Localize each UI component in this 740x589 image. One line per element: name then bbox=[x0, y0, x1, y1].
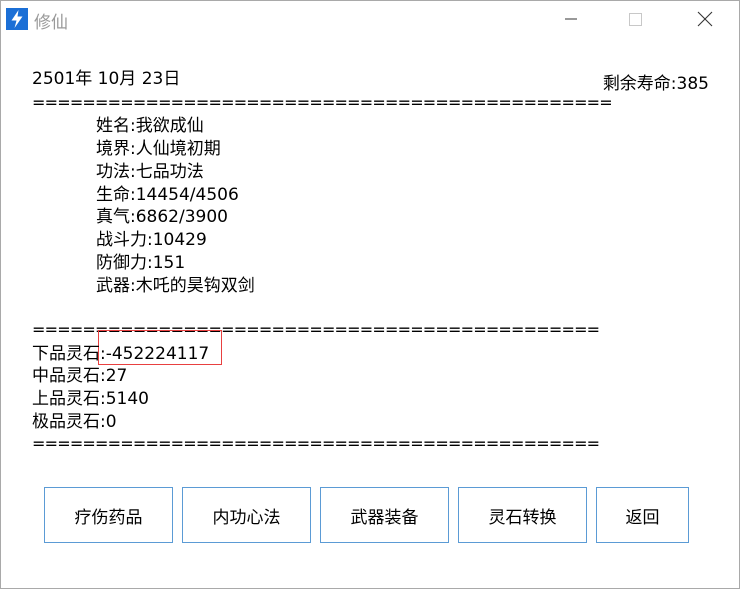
profile-defense: 防御力:151 bbox=[96, 253, 186, 273]
stone-high: 上品灵石:5140 bbox=[32, 389, 149, 409]
separator-bottom: ========================================… bbox=[32, 434, 600, 453]
date-text: 2501年 10月 23日 bbox=[32, 69, 181, 89]
minimize-icon bbox=[565, 18, 577, 20]
profile-combat-power: 战斗力:10429 bbox=[96, 230, 207, 250]
profile-realm: 境界:人仙境初期 bbox=[96, 139, 221, 159]
close-button[interactable] bbox=[682, 1, 728, 37]
stone-convert-button[interactable]: 灵石转换 bbox=[458, 487, 587, 543]
profile-name: 姓名:我欲成仙 bbox=[96, 116, 204, 136]
lightning-icon bbox=[6, 8, 28, 30]
minimize-button[interactable] bbox=[548, 1, 594, 37]
stone-mid: 中品灵石:27 bbox=[32, 366, 128, 386]
maximize-button[interactable] bbox=[612, 1, 658, 37]
title-bar[interactable]: 修仙 bbox=[1, 1, 739, 37]
stone-low: 下品灵石:-452224117 bbox=[32, 344, 210, 364]
inner-art-button[interactable]: 内功心法 bbox=[182, 487, 311, 543]
maximize-icon bbox=[629, 13, 642, 26]
weapon-equip-button[interactable]: 武器装备 bbox=[320, 487, 449, 543]
window-title: 修仙 bbox=[34, 13, 68, 33]
app-window: 修仙 2501年 10月 23日 剩余寿命:385 ==============… bbox=[0, 0, 740, 589]
separator-top: ========================================… bbox=[32, 93, 613, 112]
close-icon bbox=[697, 11, 713, 27]
profile-technique: 功法:七品功法 bbox=[96, 162, 204, 182]
profile-health: 生命:14454/4506 bbox=[96, 185, 239, 205]
profile-weapon: 武器:木吒的昊钩双剑 bbox=[96, 276, 255, 296]
lifespan-text: 剩余寿命:385 bbox=[602, 74, 709, 94]
back-button[interactable]: 返回 bbox=[596, 487, 689, 543]
stone-top: 极品灵石:0 bbox=[32, 412, 117, 432]
profile-qi: 真气:6862/3900 bbox=[96, 207, 228, 227]
heal-medicine-button[interactable]: 疗伤药品 bbox=[44, 487, 173, 543]
